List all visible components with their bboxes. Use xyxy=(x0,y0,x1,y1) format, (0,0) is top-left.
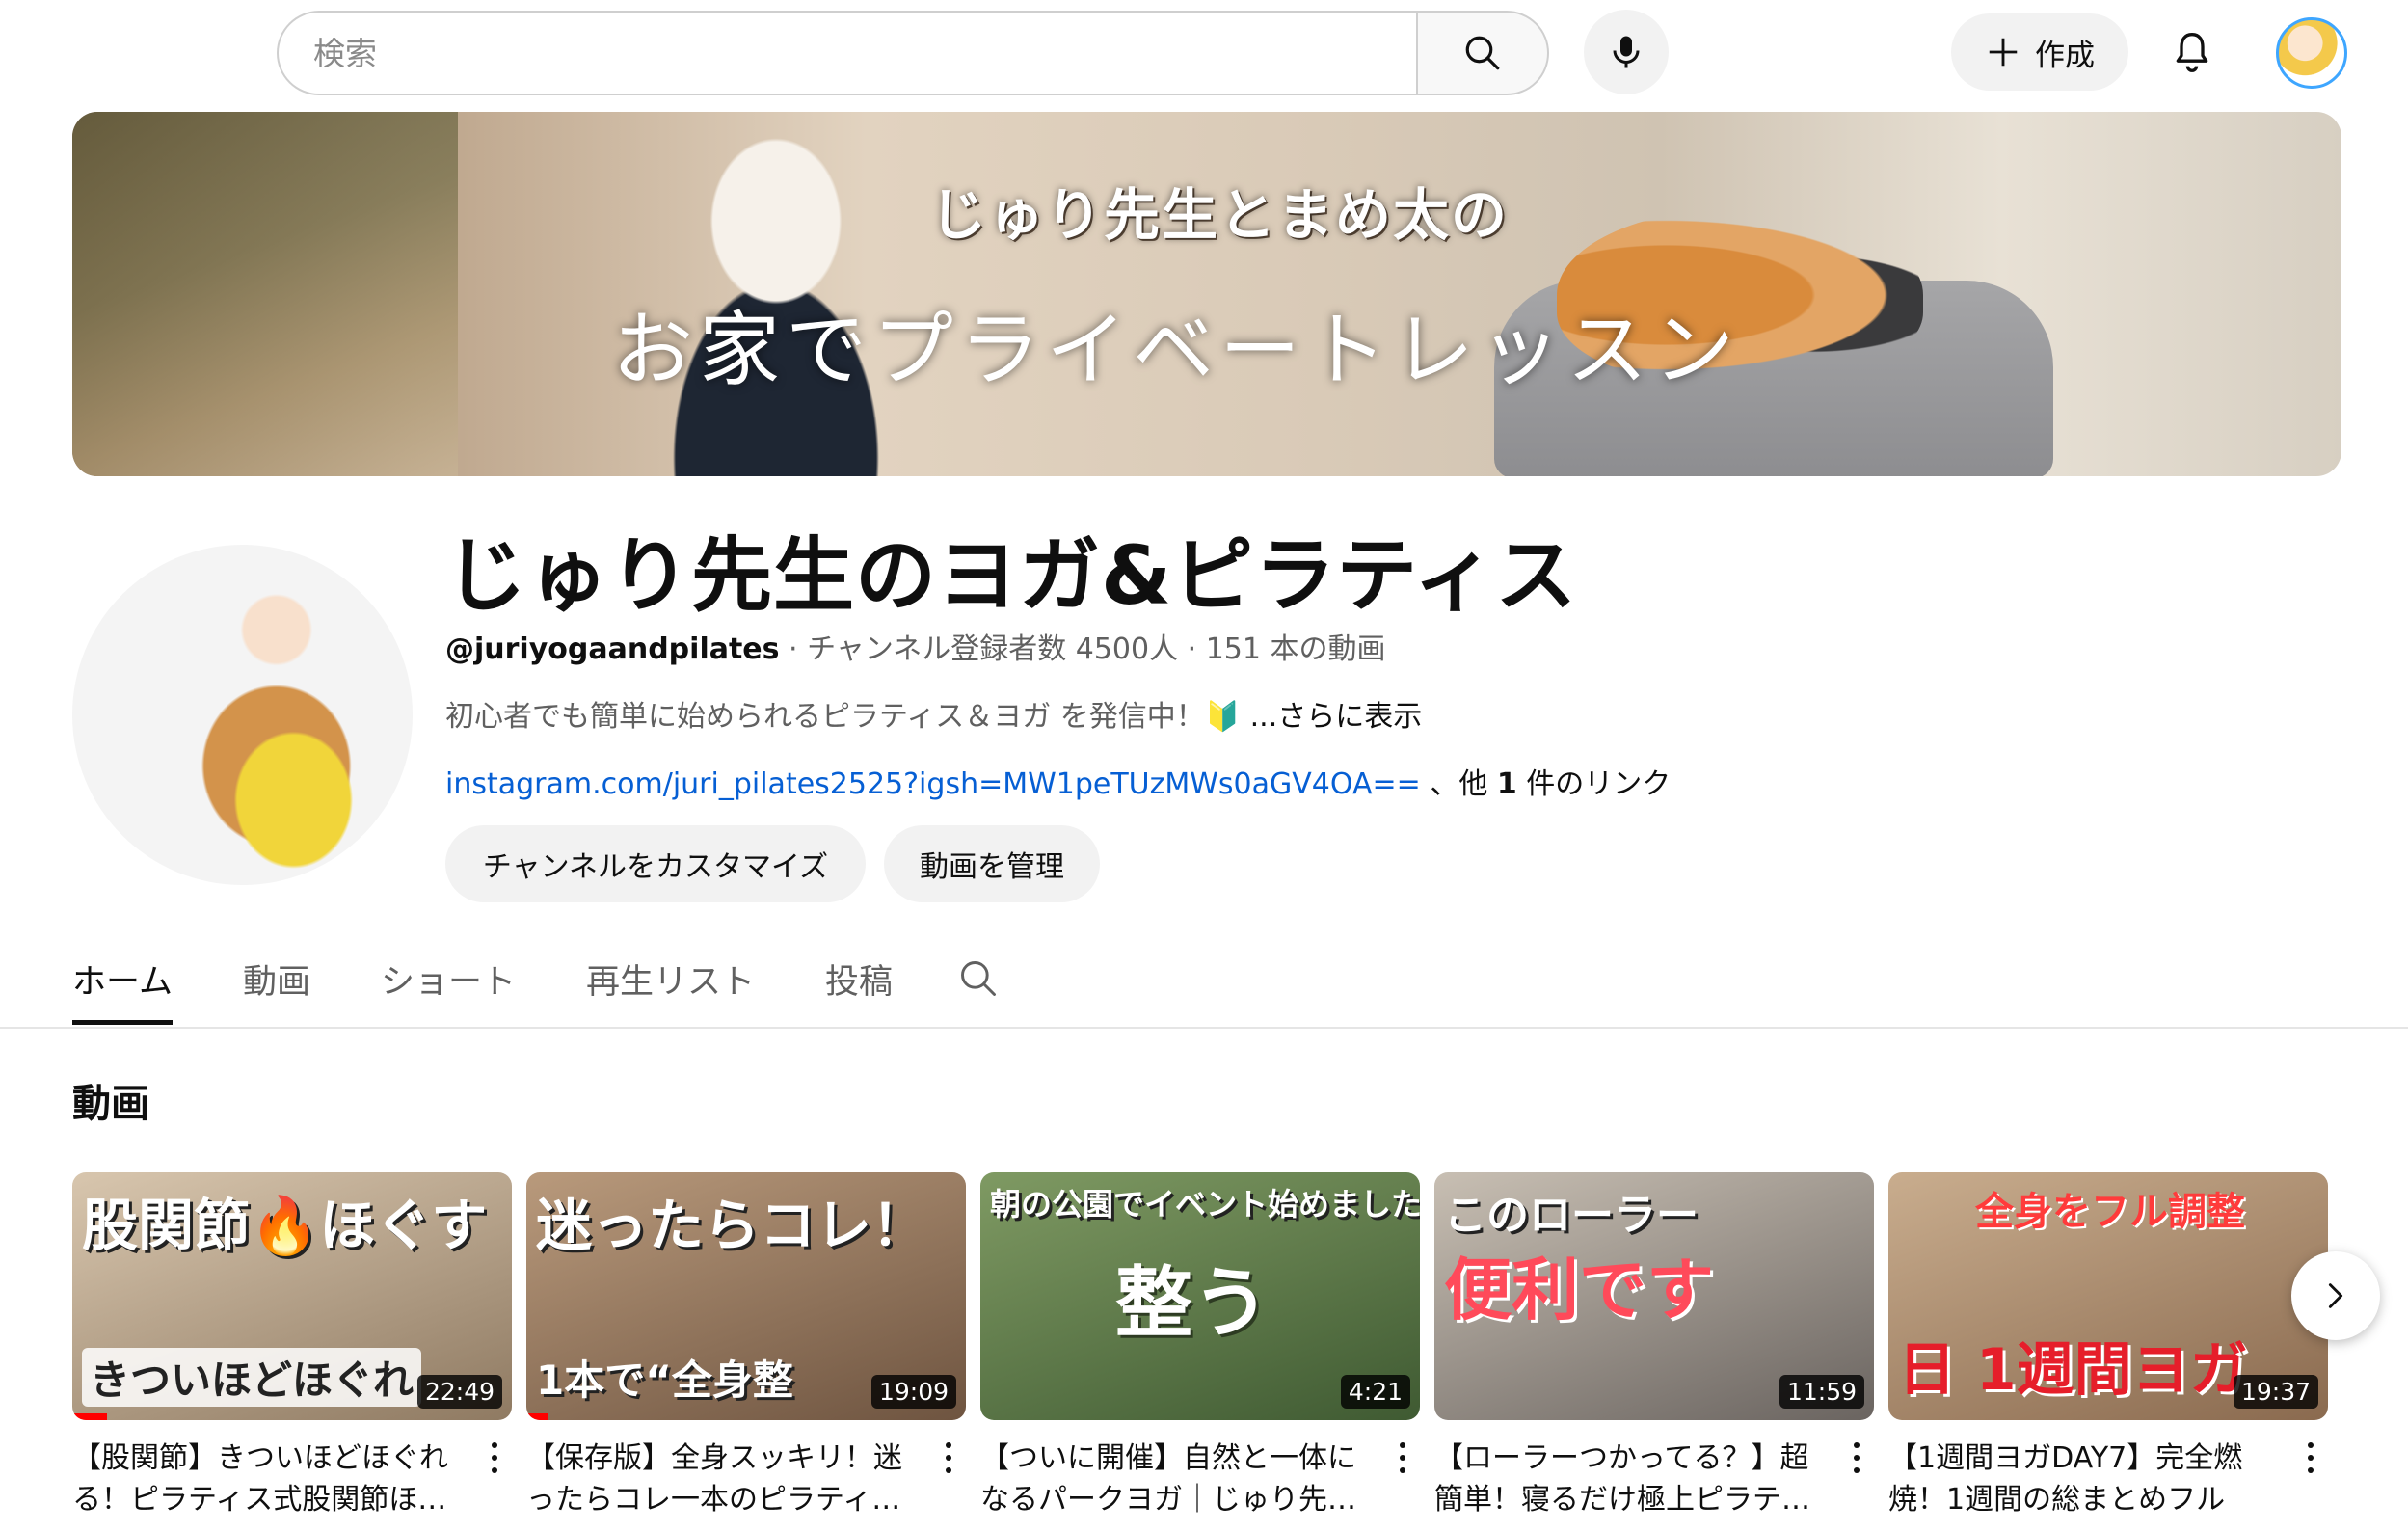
show-more-link[interactable]: ...さらに表示 xyxy=(1241,700,1423,734)
instagram-link[interactable]: instagram.com/juri_pilates2525?igsh=MW1p… xyxy=(445,767,1421,801)
tab-playlists[interactable]: 再生リスト xyxy=(586,940,755,1027)
video-duration: 4:21 xyxy=(1340,1375,1410,1409)
more-options-icon[interactable] xyxy=(483,1438,506,1477)
video-title[interactable]: 【1週間ヨガDAY7】完全燃焼！1週間の総まとめフルボ… xyxy=(1888,1438,2274,1520)
channel-banner: じゅり先生とまめ太の お家でプライベートレッスン xyxy=(72,112,2341,476)
other-links-suffix: 件のリンク xyxy=(1516,767,1672,801)
account-avatar[interactable] xyxy=(2276,17,2347,89)
search-icon xyxy=(1465,36,1500,70)
video-duration: 19:37 xyxy=(2233,1375,2318,1409)
watch-progress-bar xyxy=(72,1413,108,1420)
video-title[interactable]: 【保存版】全身スッキリ！迷ったらコレ一本のピラティ… xyxy=(526,1438,912,1520)
bell-icon xyxy=(2176,33,2208,72)
video-duration: 19:09 xyxy=(870,1375,956,1409)
tabs-divider xyxy=(0,1027,2408,1029)
other-links-prefix: 、他 xyxy=(1420,767,1497,801)
video-count: 151 本の動画 xyxy=(1205,632,1386,666)
video-card[interactable]: このローラー 便利です 11:59 【ローラーつかってる？】超簡単！寝るだけ極上… xyxy=(1434,1172,1874,1520)
more-options-icon[interactable] xyxy=(1391,1438,1414,1477)
video-shelf: 股関節🔥ほぐす きついほどほぐれ 22:49 【股関節】きついほどほぐれる！ピラ… xyxy=(72,1172,2347,1529)
channel-avatar[interactable] xyxy=(72,545,413,885)
video-duration: 22:49 xyxy=(416,1375,502,1409)
tab-videos[interactable]: 動画 xyxy=(243,940,310,1027)
video-title[interactable]: 【ローラーつかってる？】超簡単！寝るだけ極上ピラテ… xyxy=(1434,1438,1820,1520)
thumbnail-caption: 迷ったらコレ！ xyxy=(536,1193,928,1258)
video-duration: 11:59 xyxy=(1779,1375,1864,1409)
other-links-count: 1 xyxy=(1496,767,1517,801)
video-thumbnail[interactable]: 朝の公園でイベント始めました 整う 4:21 xyxy=(980,1172,1420,1420)
mic-icon xyxy=(1613,36,1640,68)
tab-home[interactable]: ホーム xyxy=(72,940,173,1027)
search-bar xyxy=(277,11,1549,95)
video-card[interactable]: 全身をフル調整 日 1週間ヨガ 19:37 【1週間ヨガDAY7】完全燃焼！1週… xyxy=(1888,1172,2328,1520)
video-card[interactable]: 股関節🔥ほぐす きついほどほぐれ 22:49 【股関節】きついほどほぐれる！ピラ… xyxy=(72,1172,512,1520)
plus-icon xyxy=(1989,38,2018,67)
customize-channel-button[interactable]: チャンネルをカスタマイズ xyxy=(445,825,866,902)
carousel-next-button[interactable] xyxy=(2291,1251,2380,1340)
meta-separator: · xyxy=(1178,632,1206,666)
thumbnail-caption: 朝の公園でイベント始めました xyxy=(990,1186,1420,1223)
thumbnail-caption-bottom: 便利です xyxy=(1444,1250,1714,1330)
tab-shorts[interactable]: ショート xyxy=(381,940,516,1027)
tab-search-icon[interactable] xyxy=(957,957,1000,1000)
video-thumbnail[interactable]: 全身をフル調整 日 1週間ヨガ 19:37 xyxy=(1888,1172,2328,1420)
thumbnail-caption-bottom: きついほどほぐれ xyxy=(82,1348,422,1407)
thumbnail-caption-bottom: 1本で“全身整 xyxy=(536,1357,793,1404)
more-options-icon[interactable] xyxy=(937,1438,960,1477)
banner-text-line2: お家でプライベートレッスン xyxy=(612,303,1741,397)
video-card[interactable]: 迷ったらコレ！ 1本で“全身整 19:09 【保存版】全身スッキリ！迷ったらコレ… xyxy=(526,1172,966,1520)
manage-videos-button[interactable]: 動画を管理 xyxy=(884,825,1100,902)
watch-progress-bar xyxy=(526,1413,548,1420)
meta-separator: · xyxy=(779,632,808,666)
video-thumbnail[interactable]: 迷ったらコレ！ 1本で“全身整 19:09 xyxy=(526,1172,966,1420)
create-label: 作成 xyxy=(2035,38,2095,73)
more-options-icon[interactable] xyxy=(2299,1438,2322,1477)
channel-tabs: ホーム 動画 ショート 再生リスト 投稿 xyxy=(72,940,963,1027)
more-options-icon[interactable] xyxy=(1845,1438,1868,1477)
thumbnail-caption-bottom: 整う xyxy=(1115,1258,1270,1348)
thumbnail-caption: このローラー xyxy=(1444,1191,1699,1240)
tab-posts[interactable]: 投稿 xyxy=(825,940,893,1027)
thumbnail-caption-bottom: 日 1週間ヨガ xyxy=(1898,1336,2248,1404)
video-card[interactable]: 朝の公園でイベント始めました 整う 4:21 【ついに開催】自然と一体になるパー… xyxy=(980,1172,1420,1520)
channel-description[interactable]: 初心者でも簡単に始められるピラティス＆ヨガ を発信中！🔰 ...さらに表示 xyxy=(445,692,1422,735)
voice-search-button[interactable] xyxy=(1584,10,1669,94)
other-links-text[interactable]: 、他 1 件のリンク xyxy=(1420,767,1672,801)
subscriber-count: チャンネル登録者数 4500人 xyxy=(807,632,1179,666)
channel-handle: @juriyogaandpilates xyxy=(445,632,780,666)
create-button[interactable]: 作成 xyxy=(1951,13,2128,91)
notifications-button[interactable] xyxy=(2163,23,2221,81)
chevron-right-icon xyxy=(2328,1283,2343,1308)
banner-background xyxy=(72,112,458,476)
banner-text-line1: じゅり先生とまめ太の xyxy=(930,182,1510,248)
description-text: 初心者でも簡単に始められるピラティス＆ヨガ を発信中！🔰 xyxy=(445,700,1242,734)
thumbnail-caption: 全身をフル調整 xyxy=(1975,1190,2245,1234)
search-button[interactable] xyxy=(1416,11,1549,95)
channel-title: じゅり先生のヨガ&ピラティス xyxy=(445,528,1578,623)
video-title[interactable]: 【股関節】きついほどほぐれる！ピラティス式股関節ほ… xyxy=(72,1438,458,1520)
video-title[interactable]: 【ついに開催】自然と一体になるパークヨガ｜じゅり先… xyxy=(980,1438,1366,1520)
channel-links: instagram.com/juri_pilates2525?igsh=MW1p… xyxy=(445,760,1671,802)
channel-meta: @juriyogaandpilates · チャンネル登録者数 4500人 · … xyxy=(445,625,1386,667)
thumbnail-caption: 股関節🔥ほぐす xyxy=(82,1193,488,1258)
top-bar: 作成 xyxy=(0,0,2408,104)
video-thumbnail[interactable]: 股関節🔥ほぐす きついほどほぐれ 22:49 xyxy=(72,1172,512,1420)
section-title: 動画 xyxy=(72,1082,149,1126)
search-input[interactable] xyxy=(277,11,1416,95)
video-thumbnail[interactable]: このローラー 便利です 11:59 xyxy=(1434,1172,1874,1420)
